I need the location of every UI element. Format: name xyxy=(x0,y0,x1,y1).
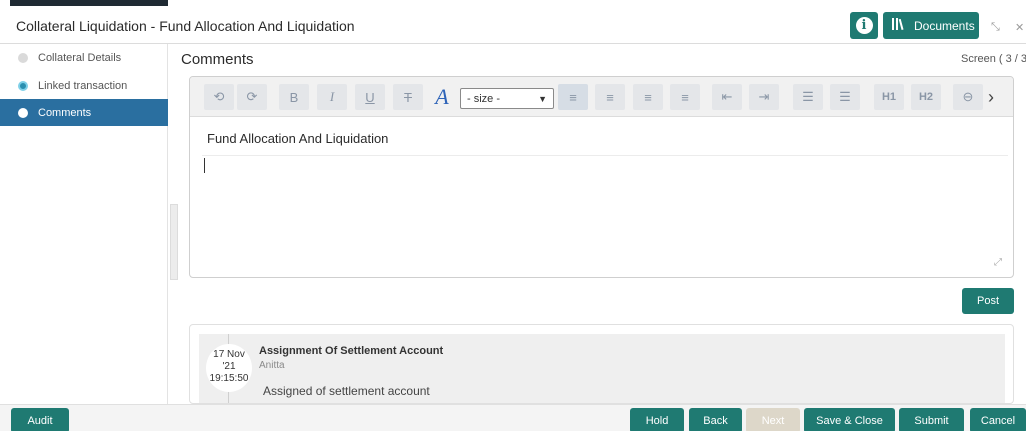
comment-title: Assignment Of Settlement Account xyxy=(259,345,444,357)
post-button[interactable]: Post xyxy=(962,288,1014,314)
sidebar-item-label: Comments xyxy=(38,106,92,119)
sidebar-item-label: Linked transaction xyxy=(38,79,128,92)
sidebar-item-comments[interactable]: Comments xyxy=(0,99,168,126)
footer-bar: Audit Hold Back Next Save & Close Submit… xyxy=(0,404,1026,431)
font-size-value: - size - xyxy=(467,92,500,105)
documents-label: Documents xyxy=(914,18,975,33)
window-titlebar: Collateral Liquidation - Fund Allocation… xyxy=(0,8,1026,44)
info-icon: i xyxy=(855,17,873,34)
align-right-icon[interactable]: ≡ xyxy=(633,84,663,110)
comment-time: 19:15:50 xyxy=(209,373,249,384)
comment-item: 17 Nov '21 19:15:50 Assignment Of Settle… xyxy=(199,334,1005,403)
step-dot-icon xyxy=(18,53,28,63)
cancel-button[interactable]: Cancel xyxy=(970,408,1026,431)
undo-icon[interactable]: ⟲ xyxy=(204,84,234,110)
underline-button[interactable]: U xyxy=(355,84,385,110)
step-dot-icon xyxy=(18,108,28,118)
font-size-select[interactable]: - size - ▼ xyxy=(460,88,554,109)
editor-toolbar: ⟲ ⟳ B I U T A - size - ▼ ≡ ≡ ≡ ≡ ⇤ ⇥ ☰ ☰… xyxy=(190,77,1013,117)
text-caret[interactable] xyxy=(204,158,205,173)
numbered-list-icon[interactable]: ☰ xyxy=(830,84,860,110)
page-title: Comments xyxy=(181,51,254,68)
step-dot-icon xyxy=(18,81,28,91)
sidebar-item-label: Collateral Details xyxy=(38,51,122,64)
window-title: Collateral Liquidation - Fund Allocation… xyxy=(16,18,355,34)
heading2-button[interactable]: H2 xyxy=(911,84,941,110)
comment-date-year: '21 xyxy=(222,361,236,372)
align-center-icon[interactable]: ≡ xyxy=(595,84,625,110)
bulleted-list-icon[interactable]: ☰ xyxy=(793,84,823,110)
bold-button[interactable]: B xyxy=(279,84,309,110)
save-close-button[interactable]: Save & Close xyxy=(804,408,895,431)
books-icon xyxy=(891,17,907,34)
comment-date-day: 17 Nov xyxy=(213,349,245,360)
redo-icon[interactable]: ⟳ xyxy=(237,84,267,110)
comment-body: Assigned of settlement account xyxy=(263,384,430,398)
expand-icon[interactable]: ⤢ xyxy=(994,257,1002,268)
font-color-button[interactable]: A xyxy=(427,84,457,110)
top-strip-bar xyxy=(10,0,168,6)
back-button[interactable]: Back xyxy=(689,408,742,431)
comment-author: Anitta xyxy=(259,360,285,371)
indent-icon[interactable]: ⇥ xyxy=(749,84,779,110)
sidebar-resize-handle[interactable] xyxy=(170,204,178,280)
sidebar-item-collateral-details[interactable]: Collateral Details xyxy=(0,44,168,71)
strikethrough-button[interactable]: T xyxy=(393,84,423,110)
close-icon[interactable]: ✕ xyxy=(1015,21,1024,34)
minimize-icon[interactable]: ⤡ xyxy=(991,21,1000,34)
italic-button[interactable]: I xyxy=(317,84,347,110)
rich-text-editor: ⟲ ⟳ B I U T A - size - ▼ ≡ ≡ ≡ ≡ ⇤ ⇥ ☰ ☰… xyxy=(189,76,1014,278)
next-button[interactable]: Next xyxy=(746,408,800,431)
chevron-right-icon[interactable]: › xyxy=(979,84,1003,110)
top-strip xyxy=(0,0,1026,8)
heading1-button[interactable]: H1 xyxy=(874,84,904,110)
comment-date: 17 Nov '21 19:15:50 xyxy=(206,344,252,392)
editor-heading-text[interactable]: Fund Allocation And Liquidation xyxy=(207,131,388,146)
align-left-icon[interactable]: ≡ xyxy=(558,84,588,110)
sidebar-item-linked-transaction[interactable]: Linked transaction xyxy=(0,72,168,99)
outdent-icon[interactable]: ⇤ xyxy=(712,84,742,110)
align-justify-icon[interactable]: ≡ xyxy=(670,84,700,110)
audit-button[interactable]: Audit xyxy=(11,408,69,431)
sidebar: Collateral Details Linked transaction Co… xyxy=(0,44,168,404)
info-button[interactable]: i xyxy=(850,12,878,39)
documents-button[interactable]: Documents xyxy=(883,12,979,39)
comments-list: 17 Nov '21 19:15:50 Assignment Of Settle… xyxy=(189,324,1014,404)
hold-button[interactable]: Hold xyxy=(630,408,684,431)
editor-divider xyxy=(202,155,1008,156)
submit-button[interactable]: Submit xyxy=(899,408,964,431)
screen-indicator: Screen ( 3 / 3) xyxy=(961,53,1026,65)
chevron-down-icon: ▼ xyxy=(538,93,547,104)
